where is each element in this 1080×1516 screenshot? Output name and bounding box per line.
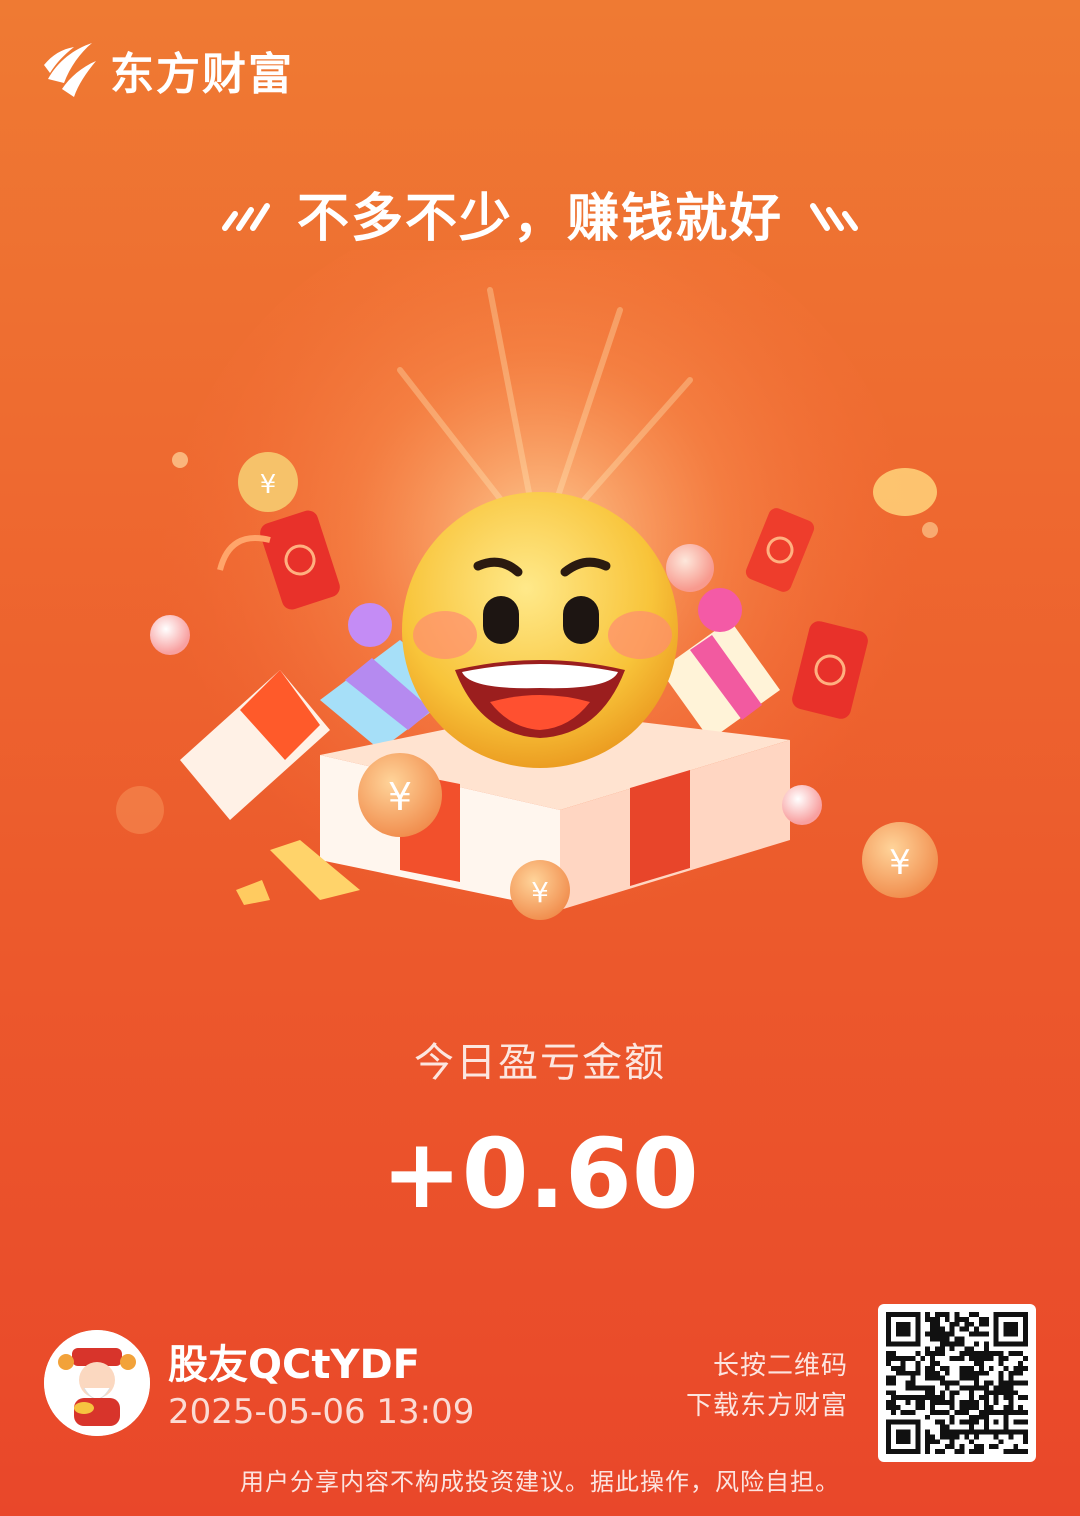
- disclaimer: 用户分享内容不构成投资建议。据此操作，风险自担。: [240, 1468, 840, 1496]
- bubble: [150, 615, 190, 655]
- smiley-face: [402, 492, 678, 768]
- qr-code-icon: [886, 1312, 1028, 1454]
- svg-text:¥: ¥: [260, 470, 277, 500]
- coin-right: ¥: [862, 822, 938, 898]
- svg-text:¥: ¥: [388, 775, 412, 819]
- avatar-god-of-wealth-icon: [44, 1330, 150, 1436]
- coin-bottom: ¥: [510, 860, 570, 920]
- sparkle: [172, 452, 188, 468]
- hero-illustration: ¥ ¥ ¥ ¥: [116, 250, 938, 960]
- pl-value: +0.60: [381, 1118, 699, 1230]
- qr-code[interactable]: [878, 1304, 1036, 1462]
- coin-top-right: [873, 468, 937, 516]
- coin-front: ¥: [358, 753, 442, 837]
- avatar: [44, 1330, 150, 1436]
- coin-top-left: ¥: [238, 452, 298, 512]
- svg-text:¥: ¥: [531, 876, 549, 909]
- share-timestamp: 2025-05-06 13:09: [168, 1392, 475, 1432]
- qr-hint-line2: 下载东方财富: [685, 1391, 848, 1421]
- username: 股友QCtYDF: [168, 1342, 420, 1388]
- brand-name: 东方财富: [110, 49, 294, 100]
- qr-hint: 长按二维码 下载东方财富: [686, 1346, 848, 1426]
- slash-right-icon: [810, 202, 858, 231]
- sparkle: [116, 786, 164, 834]
- svg-text:¥: ¥: [889, 843, 911, 883]
- confetti: [236, 880, 270, 905]
- sparkle: [922, 522, 938, 538]
- qr-hint-line1: 长按二维码: [712, 1351, 848, 1381]
- bubble: [782, 785, 822, 825]
- bubble: [666, 544, 714, 592]
- pl-label: 今日盈亏金额: [414, 1040, 666, 1086]
- brand-logo-icon: [44, 43, 96, 97]
- slogan-text: 不多不少，赚钱就好: [296, 189, 783, 249]
- brand-logo: 东方财富: [40, 38, 294, 102]
- slash-left-icon: [221, 202, 270, 231]
- slogan-row: 不多不少，赚钱就好: [0, 176, 1080, 251]
